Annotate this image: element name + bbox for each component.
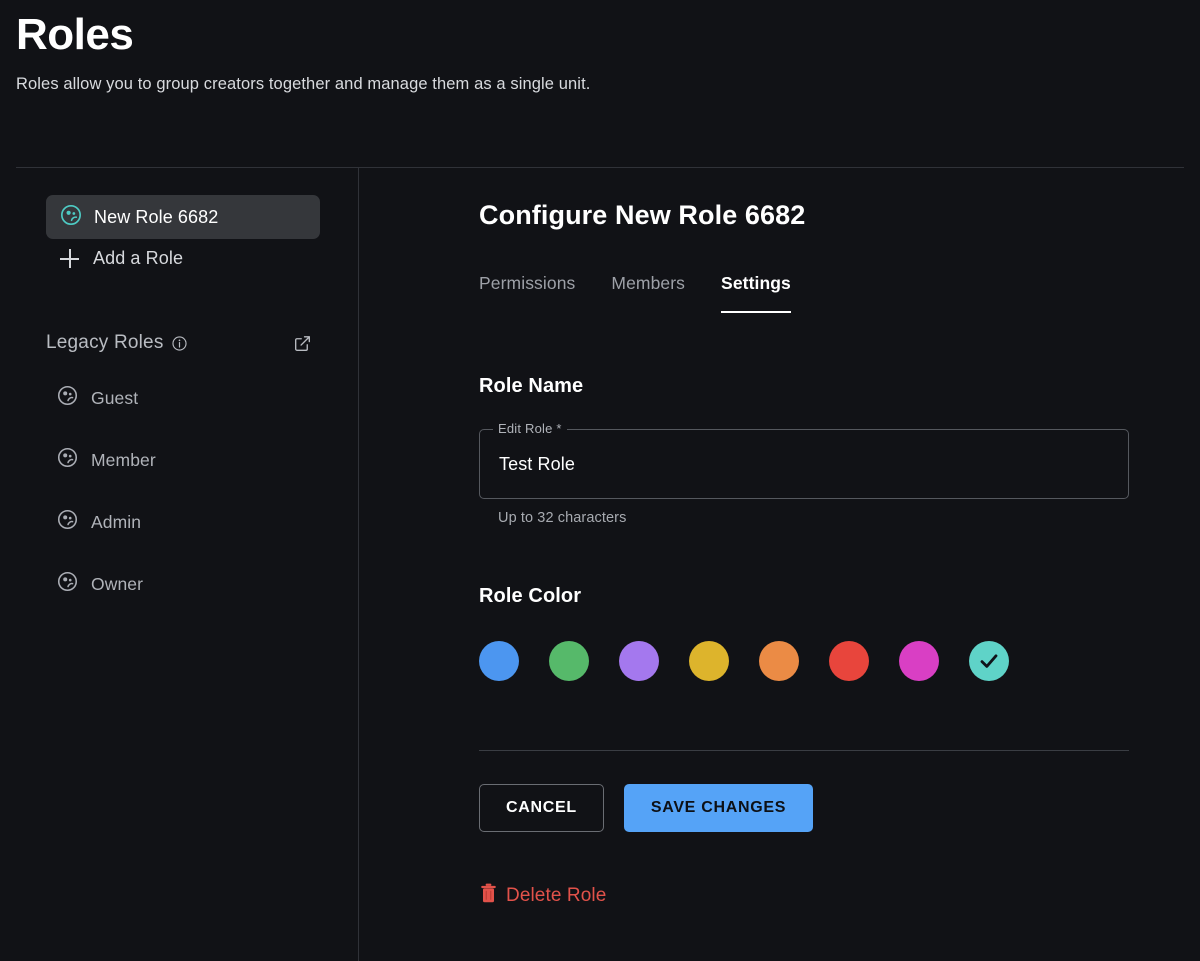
page-subtitle: Roles allow you to group creators togeth…: [16, 75, 591, 94]
page-title: Roles: [16, 10, 134, 59]
legacy-roles-list: Guest Member Admin Owner: [0, 382, 358, 600]
plus-icon: [60, 249, 79, 268]
color-swatch-orange[interactable]: [759, 641, 799, 681]
group-role-icon: [60, 204, 82, 231]
edit-role-field[interactable]: Edit Role *: [479, 421, 1129, 499]
legacy-role-label: Owner: [91, 573, 144, 594]
sidebar-item-new-role[interactable]: New Role 6682: [46, 195, 320, 239]
role-config-panel: Configure New Role 6682 Permissions Memb…: [359, 168, 1200, 961]
delete-role-label: Delete Role: [506, 885, 607, 906]
role-color-heading: Role Color: [479, 585, 582, 607]
add-role-label: Add a Role: [93, 248, 184, 268]
trash-icon: [479, 883, 498, 909]
tab-members[interactable]: Members: [611, 273, 685, 313]
legacy-role-guest[interactable]: Guest: [57, 382, 358, 414]
role-tabs: Permissions Members Settings: [479, 273, 1200, 313]
roles-page: Roles Roles allow you to group creators …: [0, 0, 1200, 961]
role-color-section: Role Color: [479, 585, 1200, 681]
legacy-role-label: Member: [91, 449, 156, 470]
cancel-button[interactable]: CANCEL: [479, 784, 604, 832]
legacy-role-member[interactable]: Member: [57, 444, 358, 476]
info-circle-icon[interactable]: [171, 335, 188, 352]
legacy-roles-header: Legacy Roles: [46, 332, 312, 354]
actions-divider: [479, 750, 1129, 751]
roles-sidebar: New Role 6682 Add a Role Legacy Roles Gu…: [0, 168, 358, 961]
color-swatch-purple[interactable]: [619, 641, 659, 681]
color-swatch-blue[interactable]: [479, 641, 519, 681]
add-role-button[interactable]: Add a Role: [60, 248, 358, 269]
color-swatch-teal[interactable]: [969, 641, 1009, 681]
legacy-role-owner[interactable]: Owner: [57, 568, 358, 600]
legacy-role-label: Guest: [91, 387, 139, 408]
legacy-roles-title: Legacy Roles: [46, 332, 164, 353]
tab-settings[interactable]: Settings: [721, 273, 791, 313]
legacy-role-admin[interactable]: Admin: [57, 506, 358, 538]
group-role-icon: [57, 447, 78, 473]
role-name-section: Role Name Edit Role * Up to 32 character…: [479, 375, 1200, 526]
body-row: New Role 6682 Add a Role Legacy Roles Gu…: [0, 168, 1200, 961]
check-icon: [969, 641, 1009, 681]
external-link-icon[interactable]: [293, 334, 312, 353]
save-changes-button[interactable]: SAVE CHANGES: [623, 784, 814, 832]
role-name-heading: Role Name: [479, 375, 584, 397]
edit-role-input[interactable]: [479, 429, 1129, 499]
group-role-icon: [57, 571, 78, 597]
color-swatch-list: [479, 641, 1200, 681]
legacy-role-label: Admin: [91, 511, 142, 532]
color-swatch-red[interactable]: [829, 641, 869, 681]
group-role-icon: [57, 509, 78, 535]
color-swatch-pink[interactable]: [899, 641, 939, 681]
color-swatch-green[interactable]: [549, 641, 589, 681]
configure-role-title: Configure New Role 6682: [479, 200, 806, 230]
page-header: Roles Roles allow you to group creators …: [0, 0, 1200, 94]
group-role-icon: [57, 385, 78, 411]
action-buttons: CANCEL SAVE CHANGES: [479, 784, 1200, 832]
tab-permissions[interactable]: Permissions: [479, 273, 575, 313]
color-swatch-yellow[interactable]: [689, 641, 729, 681]
sidebar-item-label: New Role 6682: [94, 206, 219, 227]
edit-role-helper-text: Up to 32 characters: [498, 510, 627, 526]
delete-role-button[interactable]: Delete Role: [479, 883, 606, 909]
